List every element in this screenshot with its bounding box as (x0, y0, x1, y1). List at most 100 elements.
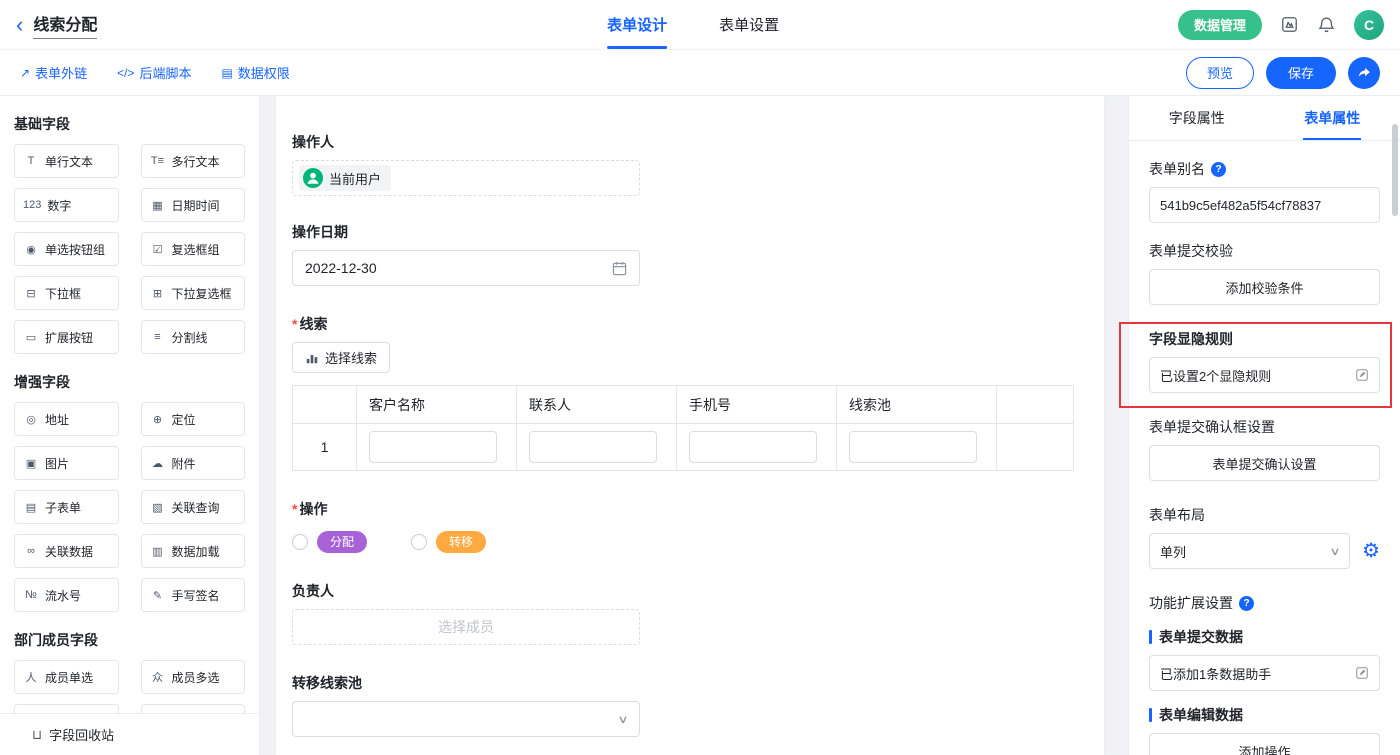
layout-select[interactable]: 单列 ∨ (1149, 533, 1350, 569)
sidebar-field-item[interactable]: ∞关联数据 (14, 534, 119, 568)
data-permission-button[interactable]: ▤ 数据权限 (221, 63, 289, 82)
add-operation-button[interactable]: 添加操作 (1149, 733, 1380, 755)
sidebar-field-item[interactable]: 123数字 (14, 188, 119, 222)
clue-cell-input[interactable] (849, 431, 977, 463)
external-link-button[interactable]: ↗ 表单外链 (20, 63, 87, 82)
properties-panel: 字段属性 表单属性 表单别名 ? 541b9c5ef482a5f54cf7883… (1128, 96, 1400, 755)
field-type-label: 单行文本 (45, 153, 93, 170)
data-permission-label: 数据权限 (238, 63, 290, 82)
data-manage-button[interactable]: 数据管理 (1178, 10, 1262, 40)
gear-icon[interactable]: ⚙ (1362, 541, 1380, 561)
back-icon[interactable]: ‹ (16, 14, 23, 36)
sidebar-field-item[interactable]: ◎地址 (14, 402, 119, 436)
backend-script-button[interactable]: </> 后端脚本 (117, 63, 191, 82)
add-validation-button[interactable]: 添加校验条件 (1149, 269, 1380, 305)
sidebar-field-item[interactable]: ▭扩展按钮 (14, 320, 119, 354)
field-operate-date[interactable]: 操作日期 2022-12-30 (292, 222, 1074, 286)
field-type-icon: ✎ (150, 589, 166, 602)
external-link-icon: ↗ (20, 66, 30, 80)
action-radio-option[interactable]: 分配 (292, 531, 367, 553)
row-index: 1 (293, 424, 357, 471)
field-type-icon: ▣ (23, 457, 39, 470)
header-right: 数据管理 C (1178, 10, 1384, 40)
page-title[interactable]: 线索分配 (33, 11, 97, 39)
owner-select-input[interactable]: 选择成员 (292, 609, 640, 645)
field-type-icon: ⊟ (23, 287, 39, 300)
calendar-icon (612, 261, 627, 276)
sidebar-field-item[interactable]: ▦日期时间 (141, 188, 246, 222)
submit-data-row[interactable]: 已添加1条数据助手 (1149, 655, 1380, 691)
vertical-scrollbar[interactable] (1392, 98, 1398, 753)
sidebar-field-item[interactable]: ⊟下拉框 (14, 276, 119, 310)
current-user-tag: 当前用户 (299, 165, 391, 191)
share-arrow-icon (1357, 65, 1372, 80)
help-icon[interactable]: ? (1211, 162, 1226, 177)
sidebar-field-item[interactable]: ▥数据加载 (141, 534, 246, 568)
sidebar-section-title: 基础字段 (14, 114, 245, 134)
submit-data-value: 已添加1条数据助手 (1160, 664, 1271, 683)
sidebar-field-item[interactable]: ◉单选按钮组 (14, 232, 119, 266)
tab-form-settings[interactable]: 表单设置 (719, 0, 779, 49)
operator-input[interactable]: 当前用户 (292, 160, 640, 196)
field-type-label: 数字 (47, 197, 71, 214)
field-clue[interactable]: * 线索 选择线索 客户名称联系人手机号线索池 1 (292, 314, 1074, 471)
field-type-icon: ☁ (150, 457, 166, 470)
form-alias-input[interactable]: 541b9c5ef482a5f54cf78837 (1149, 187, 1380, 223)
action-options: 分配 转移 (292, 531, 1074, 553)
visibility-rules-row[interactable]: 已设置2个显隐规则 (1149, 357, 1380, 393)
header-tabs: 表单设计 表单设置 (607, 0, 779, 49)
sidebar-field-item[interactable]: ▤子表单 (14, 490, 119, 524)
select-clue-button[interactable]: 选择线索 (292, 342, 390, 373)
field-operator[interactable]: 操作人 当前用户 (292, 132, 1074, 196)
submit-validation-label: 表单提交校验 (1149, 241, 1380, 261)
sidebar-field-item[interactable]: 众成员多选 (141, 660, 246, 694)
field-type-label: 手写签名 (172, 587, 220, 604)
sidebar-field-item[interactable]: ≡分割线 (141, 320, 246, 354)
clue-cell-input[interactable] (529, 431, 657, 463)
tab-form-properties[interactable]: 表单属性 (1265, 96, 1400, 140)
clue-cell-input[interactable] (689, 431, 817, 463)
feedback-icon[interactable] (1280, 15, 1299, 34)
tab-form-design[interactable]: 表单设计 (607, 0, 667, 49)
action-radio-option[interactable]: 转移 (411, 531, 486, 553)
sidebar-field-item[interactable]: T单行文本 (14, 144, 119, 178)
field-label: * 线索 (292, 314, 1074, 334)
field-owner[interactable]: 负责人 选择成员 (292, 581, 1074, 645)
sidebar-field-item[interactable]: ✎ 手写签名 (141, 578, 246, 612)
date-input[interactable]: 2022-12-30 (292, 250, 640, 286)
sidebar-field-item[interactable]: ☁附件 (141, 446, 246, 480)
sidebar-field-item[interactable]: ▧关联查询 (141, 490, 246, 524)
help-icon[interactable]: ? (1239, 596, 1254, 611)
edit-icon[interactable] (1355, 368, 1369, 382)
backend-script-label: 后端脚本 (139, 63, 191, 82)
sidebar-field-item[interactable]: 人成员单选 (14, 660, 119, 694)
tab-field-properties[interactable]: 字段属性 (1129, 96, 1265, 140)
sidebar-field-item[interactable]: ⊞下拉复选框 (141, 276, 246, 310)
sidebar-field-item[interactable]: №流水号 (14, 578, 119, 612)
submit-confirm-button[interactable]: 表单提交确认设置 (1149, 445, 1380, 481)
user-avatar[interactable]: C (1354, 10, 1384, 40)
save-button[interactable]: 保存 (1266, 57, 1336, 89)
field-recycle-bin[interactable]: ⊔ 字段回收站 (0, 713, 259, 755)
field-type-label: 数据加载 (172, 543, 220, 560)
sidebar-field-item[interactable]: ☑复选框组 (141, 232, 246, 266)
field-transfer-pool[interactable]: 转移线索池 ∨ (292, 673, 1074, 737)
clue-cell-input[interactable] (369, 431, 497, 463)
radio-icon[interactable] (411, 534, 427, 550)
field-action[interactable]: * 操作 分配转移 (292, 499, 1074, 553)
share-button[interactable] (1348, 57, 1380, 89)
sidebar-field-item[interactable]: T≡多行文本 (141, 144, 246, 178)
date-value: 2022-12-30 (305, 260, 377, 276)
field-type-icon: ⊞ (150, 287, 166, 300)
edit-icon[interactable] (1355, 666, 1369, 680)
clue-table-header-cell: 手机号 (677, 386, 837, 424)
sidebar-field-item[interactable]: ⊕定位 (141, 402, 246, 436)
scrollbar-thumb[interactable] (1392, 124, 1398, 216)
preview-button[interactable]: 预览 (1186, 57, 1254, 89)
pool-select[interactable]: ∨ (292, 701, 640, 737)
sidebar-field-item[interactable]: ▣图片 (14, 446, 119, 480)
recycle-bin-icon: ⊔ (32, 727, 42, 743)
notification-bell-icon[interactable] (1317, 15, 1336, 34)
radio-icon[interactable] (292, 534, 308, 550)
form-canvas: 操作人 当前用户 操作日期 2022-12-30 (260, 96, 1128, 755)
